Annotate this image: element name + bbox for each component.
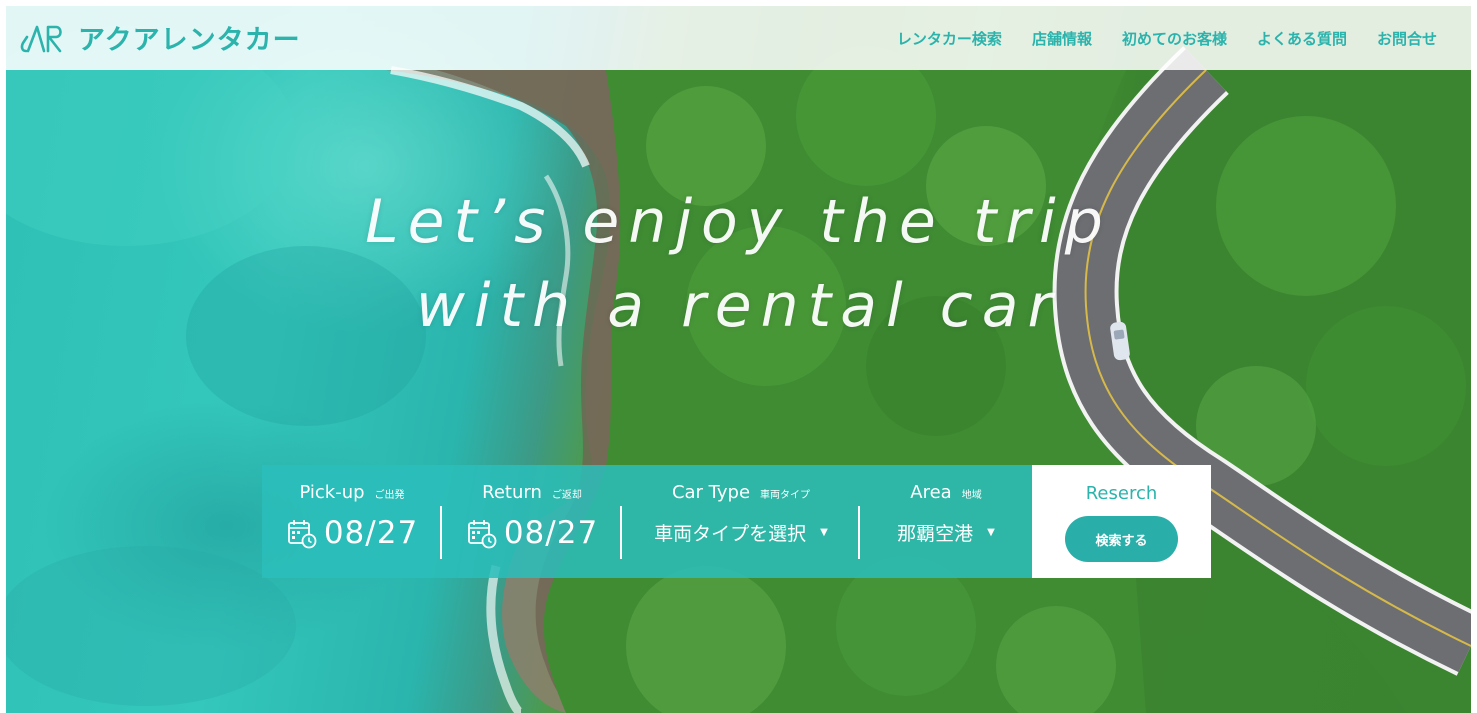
pickup-sublabel: ご出発: [374, 490, 405, 501]
pickup-date-field[interactable]: Pick-up ご出発 08/27: [262, 465, 442, 578]
hero-tagline: Let’s enjoy the trip with a rental car: [0, 180, 1477, 348]
return-label: Return: [482, 482, 542, 503]
nav-item-store-info[interactable]: 店舗情報: [1032, 28, 1092, 49]
page: アクアレンタカー レンタカー検索 店舗情報 初めてのお客様 よくある質問 お問合…: [0, 0, 1477, 713]
search-action-panel: Reserch 検索する: [1032, 465, 1211, 578]
car-type-sublabel: 車両タイプ: [760, 490, 811, 501]
nav-item-first-time[interactable]: 初めてのお客様: [1122, 28, 1227, 49]
brand-name: アクアレンタカー: [78, 25, 301, 56]
nav-item-faq[interactable]: よくある質問: [1257, 28, 1347, 49]
area-sublabel: 地域: [961, 490, 982, 501]
calendar-icon: [287, 520, 317, 549]
caret-down-icon: ▼: [987, 527, 995, 538]
car-type-select[interactable]: Car Type 車両タイプ 車両タイプを選択 ▼: [622, 465, 860, 578]
hero-photo-illustration: [6, 26, 1471, 713]
hero-background: [6, 6, 1471, 713]
aqua-rental-logo-icon: [20, 25, 62, 52]
brand-logo[interactable]: アクアレンタカー: [20, 18, 301, 57]
tagline-line-1: Let’s enjoy the trip: [365, 187, 1112, 257]
pickup-date: 08/27: [323, 515, 419, 551]
caret-down-icon: ▼: [820, 527, 828, 538]
search-fields: Pick-up ご出発 08/27 Return ご返却 08/27 Car T…: [262, 465, 1032, 578]
nav-item-contact[interactable]: お問合せ: [1377, 28, 1437, 49]
main-nav: レンタカー検索 店舗情報 初めてのお客様 よくある質問 お問合せ: [897, 6, 1437, 70]
pickup-label: Pick-up: [299, 482, 365, 503]
nav-item-car-search[interactable]: レンタカー検索: [897, 28, 1002, 49]
return-sublabel: ご返却: [551, 490, 582, 501]
site-header: アクアレンタカー レンタカー検索 店舗情報 初めてのお客様 よくある質問 お問合…: [6, 6, 1471, 70]
return-date-field[interactable]: Return ご返却 08/27: [442, 465, 622, 578]
area-value: 那覇空港: [897, 523, 974, 545]
return-date: 08/27: [503, 515, 599, 551]
search-button[interactable]: 検索する: [1065, 516, 1178, 562]
search-action-label: Reserch: [1085, 483, 1158, 504]
car-type-value: 車両タイプを選択: [654, 523, 807, 545]
area-label: Area: [910, 482, 952, 503]
tagline-line-2: with a rental car: [415, 271, 1062, 341]
search-bar: Pick-up ご出発 08/27 Return ご返却 08/27 Car T…: [262, 465, 1211, 578]
area-select[interactable]: Area 地域 那覇空港 ▼: [860, 465, 1032, 578]
calendar-icon: [467, 520, 497, 549]
car-type-label: Car Type: [671, 482, 751, 503]
